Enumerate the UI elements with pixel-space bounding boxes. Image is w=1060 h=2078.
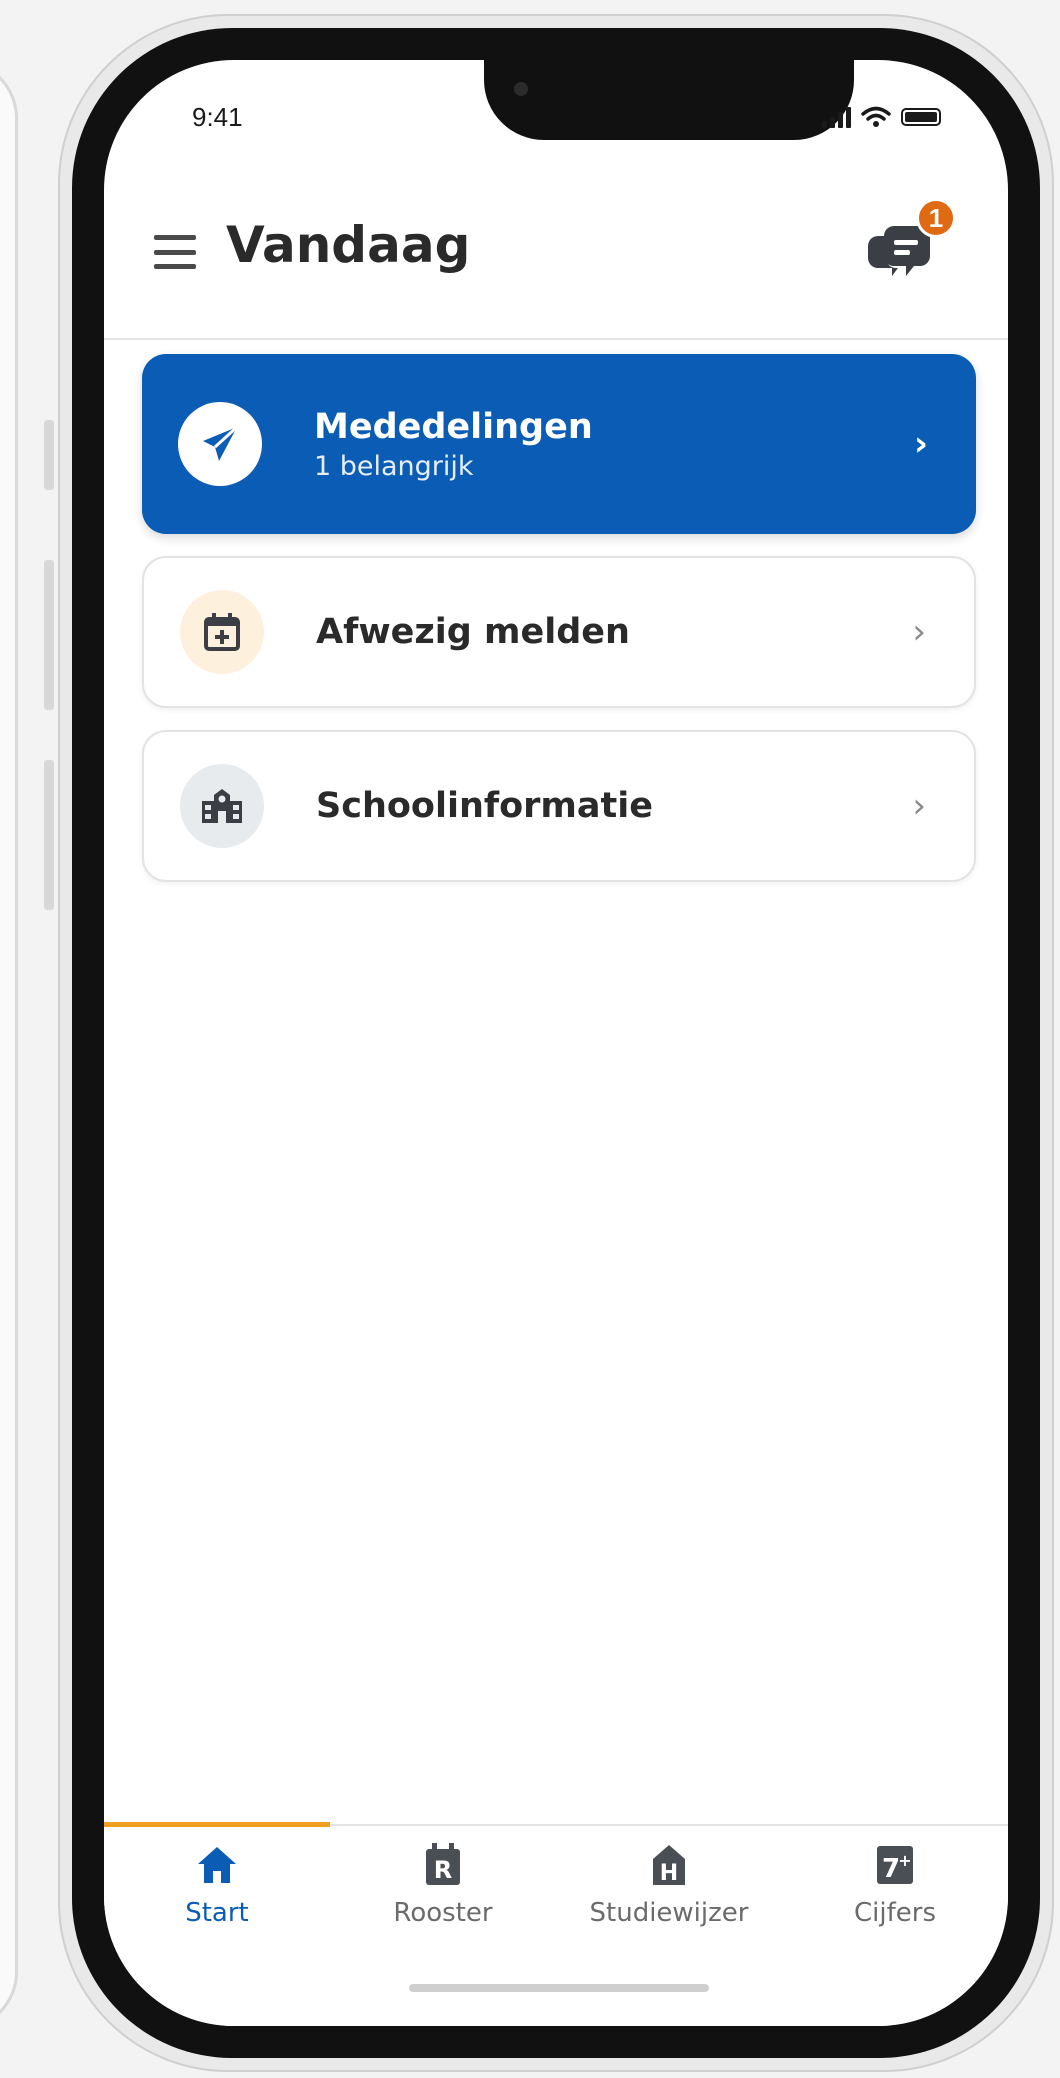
chevron-right-icon: ›: [913, 424, 928, 464]
card-title: Afwezig melden: [316, 612, 630, 652]
card-title: Schoolinformatie: [316, 786, 653, 826]
volume-down-button: [44, 760, 54, 910]
chevron-right-icon: ›: [912, 612, 926, 652]
tab-label: Cijfers: [854, 1898, 936, 1928]
chevron-right-icon: ›: [912, 786, 926, 826]
mededelingen-card[interactable]: Mededelingen 1 belangrijk ›: [142, 354, 976, 534]
school-building-icon: [180, 764, 264, 848]
phone-screen: 9:41 Vandaag 1 Mededelingen 1 belangrijk…: [104, 60, 1008, 2026]
messages-badge: 1: [916, 198, 956, 238]
app-header: Vandaag 1: [104, 180, 1008, 340]
active-tab-indicator: [104, 1822, 330, 1827]
afwezig-melden-text: Afwezig melden: [316, 612, 630, 652]
afwezig-melden-card[interactable]: Afwezig melden ›: [142, 556, 976, 708]
bottom-tab-bar: Start R Rooster H Studiewijzer 7 + Cijfe…: [104, 1822, 1008, 2026]
rooster-icon: R: [423, 1840, 463, 1890]
volume-up-button: [44, 560, 54, 710]
mute-switch: [44, 420, 54, 490]
card-subtitle: 1 belangrijk: [314, 450, 474, 482]
wifi-icon: [861, 106, 891, 127]
studiewijzer-icon: H: [649, 1840, 689, 1890]
tab-start[interactable]: Start: [104, 1840, 330, 1928]
calendar-plus-icon: [180, 590, 264, 674]
paper-plane-icon: [178, 402, 262, 486]
schoolinformatie-card[interactable]: Schoolinformatie ›: [142, 730, 976, 882]
hamburger-menu-icon[interactable]: [154, 235, 196, 269]
page-title: Vandaag: [226, 216, 471, 274]
signal-icon: [822, 106, 851, 128]
home-indicator: [409, 1984, 709, 1992]
status-time: 9:41: [192, 102, 243, 132]
tab-cijfers[interactable]: 7 + Cijfers: [782, 1840, 1008, 1928]
tab-rooster[interactable]: R Rooster: [330, 1840, 556, 1928]
svg-text:H: H: [660, 1861, 678, 1886]
status-icons: [822, 102, 972, 132]
tab-studiewijzer[interactable]: H Studiewijzer: [556, 1840, 782, 1928]
svg-text:R: R: [434, 1856, 452, 1884]
card-title: Mededelingen: [314, 406, 593, 447]
mededelingen-text: Mededelingen 1 belangrijk: [314, 407, 593, 482]
schoolinformatie-text: Schoolinformatie: [316, 786, 653, 826]
tab-label: Studiewijzer: [589, 1898, 749, 1928]
home-icon: [196, 1840, 238, 1890]
cijfers-icon: 7 +: [875, 1840, 915, 1890]
svg-text:+: +: [898, 1851, 911, 1870]
battery-icon: [901, 108, 941, 126]
front-camera: [514, 82, 528, 96]
notch: [484, 60, 854, 140]
tab-label: Start: [185, 1898, 249, 1928]
adjacent-phone-edge: [0, 60, 18, 2030]
tab-label: Rooster: [393, 1898, 493, 1928]
